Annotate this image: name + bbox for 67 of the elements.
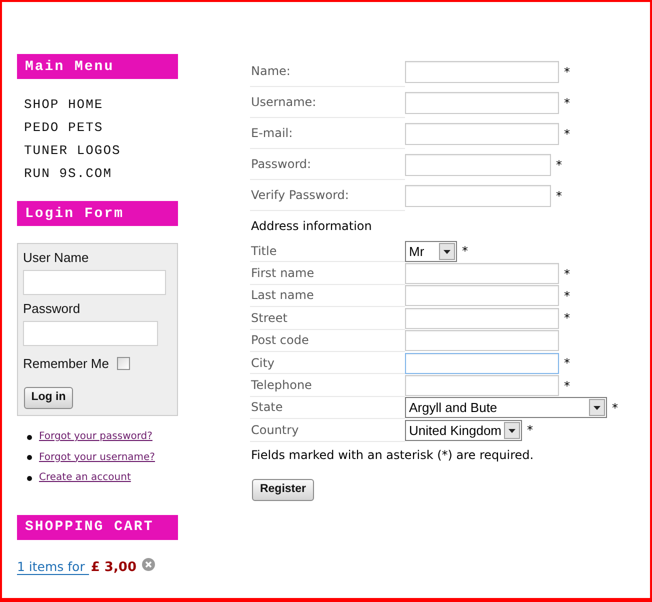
password-field[interactable] — [23, 321, 158, 346]
field-label: City — [251, 356, 275, 369]
field-label: Telephone — [251, 379, 312, 392]
text-field[interactable] — [405, 285, 559, 306]
menu-item[interactable]: SHOP HOME — [24, 98, 104, 111]
required-mark: * — [564, 128, 570, 140]
section-heading: Main Menu — [17, 54, 178, 79]
menu-item[interactable]: PEDO PETS — [24, 121, 104, 134]
link[interactable]: Create an account — [39, 473, 131, 484]
text-field[interactable] — [405, 122, 559, 144]
dropdown-select[interactable]: Mr — [405, 240, 457, 262]
bullet-icon — [27, 434, 32, 440]
field-label: Name: — [251, 65, 290, 77]
field-label: Country — [251, 424, 299, 436]
cart-total: £ 3,00 — [90, 561, 136, 574]
password-field[interactable] — [405, 154, 551, 176]
required-mark: * — [527, 424, 533, 436]
required-mark: * — [564, 290, 570, 302]
field-label: Username: — [251, 96, 316, 108]
menu-item[interactable]: TUNER LOGOS — [24, 144, 121, 157]
required-note: Fields marked with an asterisk (*) are required. — [250, 446, 534, 463]
checkbox-label: Remember Me — [23, 356, 109, 370]
text-field[interactable] — [405, 352, 559, 374]
field-label: Last name — [251, 289, 314, 302]
field-label: E-mail: — [251, 127, 293, 139]
bullet-icon — [27, 476, 32, 481]
text-field[interactable] — [405, 375, 559, 396]
dropdown-select[interactable]: United Kingdom — [405, 420, 522, 441]
required-mark: * — [564, 66, 570, 78]
text-field[interactable] — [405, 330, 559, 352]
remember-me-checkbox[interactable] — [116, 356, 130, 370]
section-heading: Login Form — [17, 201, 178, 226]
field-label: Verify Password: — [251, 189, 349, 201]
required-mark: * — [564, 312, 570, 324]
dropdown-select[interactable]: Argyll and Bute — [405, 397, 607, 418]
link[interactable]: Forgot your username? — [39, 452, 155, 463]
required-mark: * — [556, 190, 562, 202]
section-title: Address information — [251, 220, 372, 232]
field-label: User Name — [23, 250, 89, 266]
field-label: Password — [23, 301, 80, 317]
required-mark: * — [564, 268, 570, 280]
required-mark: * — [564, 96, 570, 108]
field-label: Post code — [251, 334, 309, 346]
text-field[interactable] — [23, 270, 166, 295]
text-field[interactable] — [405, 92, 559, 114]
link[interactable]: Forgot your password? — [39, 432, 152, 442]
required-mark: * — [462, 245, 468, 258]
section-heading: SHOPPING CART — [17, 514, 178, 540]
close-icon[interactable] — [142, 558, 154, 571]
field-label: Password: — [251, 158, 312, 170]
field-label: Street — [251, 312, 288, 324]
field-label: Title — [251, 244, 277, 257]
menu-item[interactable]: RUN 9S.COM — [24, 167, 112, 180]
login-button[interactable]: Log in — [24, 387, 73, 409]
password-field[interactable] — [405, 184, 551, 206]
bullet-icon — [27, 455, 32, 460]
field-label: State — [251, 401, 283, 414]
text-field[interactable] — [405, 263, 559, 284]
text-field[interactable] — [405, 60, 559, 82]
text-field[interactable] — [405, 308, 559, 329]
required-mark: * — [564, 357, 570, 370]
field-label: First name — [251, 267, 314, 280]
register-button[interactable]: Register — [252, 478, 314, 501]
required-mark: * — [556, 158, 562, 170]
required-mark: * — [612, 402, 618, 414]
cart-summary-link[interactable]: 1 items for — [17, 560, 89, 575]
required-mark: * — [564, 380, 570, 392]
